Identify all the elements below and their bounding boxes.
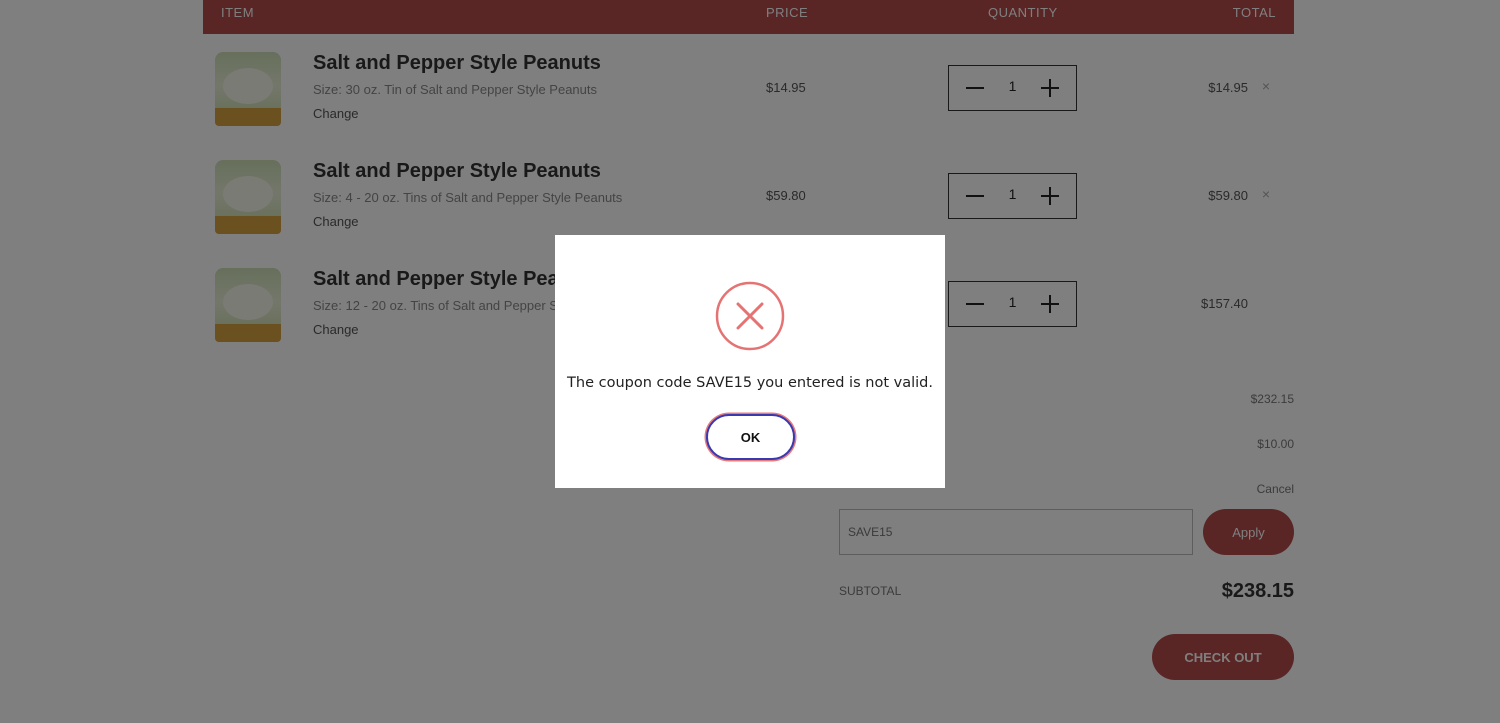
ok-button[interactable]: OK [706, 414, 795, 460]
error-x-circle-icon [715, 281, 785, 351]
error-message: The coupon code SAVE15 you entered is no… [567, 375, 933, 391]
error-dialog: The coupon code SAVE15 you entered is no… [555, 235, 945, 488]
